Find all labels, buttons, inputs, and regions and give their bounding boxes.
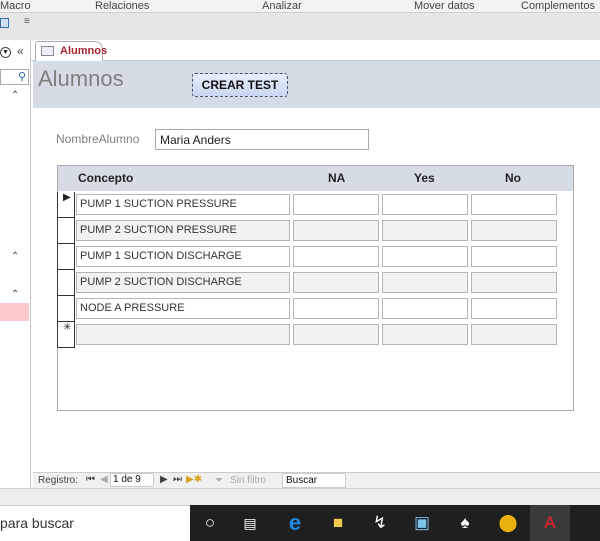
collapse-pane-icon[interactable]: « [17,44,24,58]
search-field[interactable]: Buscar [282,473,346,488]
record-selector[interactable]: ▶ [57,192,75,218]
cell-na[interactable] [293,220,379,241]
task-view-icon[interactable]: ▤ [230,505,270,541]
cell-no[interactable] [471,324,557,345]
record-selector[interactable] [57,244,75,270]
cell-no[interactable] [471,194,557,215]
cell-no[interactable] [471,246,557,267]
record-selector[interactable] [57,296,75,322]
cell-concepto[interactable]: PUMP 1 SUCTION DISCHARGE [76,246,290,267]
record-position-input[interactable]: 1 de 9 [110,473,154,487]
quick-access-toolbar: ≡ [0,13,600,40]
cell-yes[interactable] [382,298,468,319]
filter-button[interactable]: Sin filtro [230,475,266,486]
taskbar-search-text: para buscar [0,515,74,531]
new-record-button[interactable]: ▶✱ [186,474,202,485]
cell-na[interactable] [293,246,379,267]
ribbon-tabs: Macro Relaciones Analizar Mover datos Co… [0,0,600,13]
taskbar: ○ ▤ e ■ ↯ ▣ ♠ ⬤ A [190,505,600,541]
customize-dropdown-icon[interactable]: ≡ [24,16,30,27]
ribbon-tab-macro[interactable]: Macro [0,0,31,12]
navigation-pane: ▼ « ⚲ ⌃ ⌃ ⌃ [0,40,31,488]
cell-no[interactable] [471,220,557,241]
nav-item-selected[interactable] [0,303,29,321]
cell-concepto[interactable]: NODE A PRESSURE [76,298,290,319]
form-icon [41,46,54,56]
cell-yes[interactable] [382,220,468,241]
cell-yes[interactable] [382,272,468,293]
access-icon[interactable]: A [530,505,570,541]
record-selector[interactable] [57,270,75,296]
ribbon-tab-analizar[interactable]: Analizar [262,0,302,12]
nav-dropdown-icon[interactable]: ▼ [0,47,11,58]
cell-concepto[interactable]: PUMP 2 SUCTION DISCHARGE [76,272,290,293]
solitaire-icon[interactable]: ♠ [445,505,485,541]
tab-alumnos[interactable]: Alumnos [35,41,107,61]
file-explorer-icon[interactable]: ■ [318,505,358,541]
group-collapse-icon[interactable]: ⌃ [11,251,19,262]
edge-icon[interactable]: e [275,505,315,541]
cell-na[interactable] [293,194,379,215]
cell-no[interactable] [471,298,557,319]
group-collapse-icon[interactable]: ⌃ [11,90,19,101]
cell-na[interactable] [293,272,379,293]
previous-record-button[interactable]: ◀ [100,474,108,485]
cell-concepto[interactable]: PUMP 2 SUCTION PRESSURE [76,220,290,241]
nav-search-input[interactable]: ⚲ [0,69,29,85]
header-na: NA [328,171,346,185]
cell-yes[interactable] [382,324,468,345]
last-record-button[interactable]: ⏭ [173,474,182,485]
ribbon-tab-mover-datos[interactable]: Mover datos [414,0,475,12]
cell-na[interactable] [293,324,379,345]
cell-yes[interactable] [382,246,468,267]
header-no: No [505,171,521,185]
document-tab-bar [31,40,600,61]
record-selector[interactable]: ✳ [57,322,75,348]
header-concepto: Concepto [78,171,134,185]
status-bar [0,488,600,505]
cell-concepto[interactable]: PUMP 1 SUCTION PRESSURE [76,194,290,215]
cell-na[interactable] [293,298,379,319]
control-panel-icon[interactable]: ▣ [402,505,442,541]
record-label: Registro: [38,475,79,486]
group-collapse-icon[interactable]: ⌃ [11,289,19,300]
taskbar-search[interactable]: para buscar [0,505,190,541]
search-icon: ⚲ [17,71,26,83]
table-icon[interactable] [0,18,9,28]
record-navigation-bar: Registro: ⏮ ◀ 1 de 9 ▶ ⏭ ▶✱ ⏷ Sin filtro… [33,472,600,488]
cortana-icon[interactable]: ○ [190,505,230,541]
page-title: Alumnos [38,66,124,91]
chrome-icon[interactable]: ⬤ [488,505,528,541]
cell-yes[interactable] [382,194,468,215]
ribbon-tab-relaciones[interactable]: Relaciones [95,0,149,12]
cell-concepto[interactable] [76,324,290,345]
crear-test-button[interactable]: CREAR TEST [192,73,288,97]
record-selector[interactable] [57,218,75,244]
ribbon-tab-complementos[interactable]: Complementos [521,0,595,12]
first-record-button[interactable]: ⏮ [86,474,95,485]
subform-header [58,166,573,191]
nombre-alumno-field[interactable]: Maria Anders [155,129,369,150]
cell-no[interactable] [471,272,557,293]
app-icon[interactable]: ↯ [360,505,400,541]
header-yes: Yes [414,171,435,185]
filter-icon: ⏷ [215,475,223,486]
next-record-button[interactable]: ▶ [160,474,168,485]
tab-label: Alumnos [60,45,108,57]
nombre-alumno-label: NombreAlumno [56,132,140,146]
